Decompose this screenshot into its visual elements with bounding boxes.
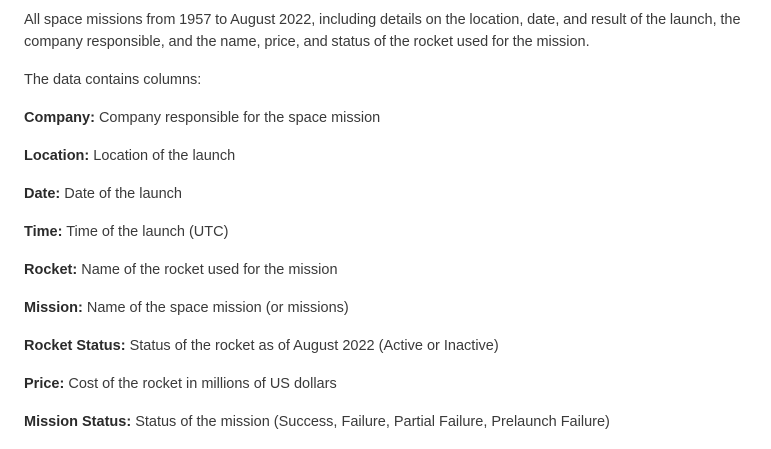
column-name: Date: [24, 186, 61, 202]
column-description: Name of the space mission (or missions) [86, 300, 349, 316]
column-item-mission: Mission: Name of the space mission (or m… [24, 297, 769, 319]
column-name: Price: [24, 376, 65, 392]
column-name: Rocket: [24, 262, 78, 278]
column-list: Company: Company responsible for the spa… [24, 107, 769, 433]
column-description: Name of the rocket used for the mission [81, 262, 338, 278]
column-name: Rocket Status: [24, 338, 126, 354]
column-item-rocket: Rocket: Name of the rocket used for the … [24, 259, 769, 281]
column-description: Date of the launch [64, 186, 182, 202]
column-item-price: Price: Cost of the rocket in millions of… [24, 373, 769, 395]
dataset-description: All space missions from 1957 to August 2… [24, 9, 769, 449]
intro-paragraph: All space missions from 1957 to August 2… [24, 12, 741, 50]
column-item-date: Date: Date of the launch [24, 183, 769, 205]
column-item-location: Location: Location of the launch [24, 145, 769, 167]
column-description: Company responsible for the space missio… [98, 110, 381, 126]
column-name: Location: [24, 148, 90, 164]
column-item-company: Company: Company responsible for the spa… [24, 107, 769, 129]
columns-heading: The data contains columns: [24, 72, 202, 88]
column-item-time: Time: Time of the launch (UTC) [24, 221, 769, 243]
column-description: Cost of the rocket in millions of US dol… [68, 376, 337, 392]
column-item-mission-status: Mission Status: Status of the mission (S… [24, 411, 769, 433]
column-description: Location of the launch [93, 148, 236, 164]
column-name: Mission Status: [24, 414, 132, 430]
column-description: Time of the launch (UTC) [66, 224, 229, 240]
column-name: Mission: [24, 300, 83, 316]
column-description: Status of the rocket as of August 2022 (… [129, 338, 499, 354]
column-name: Time: [24, 224, 63, 240]
column-description: Status of the mission (Success, Failure,… [135, 414, 610, 430]
column-item-rocket-status: Rocket Status: Status of the rocket as o… [24, 335, 769, 357]
column-name: Company: [24, 110, 95, 126]
